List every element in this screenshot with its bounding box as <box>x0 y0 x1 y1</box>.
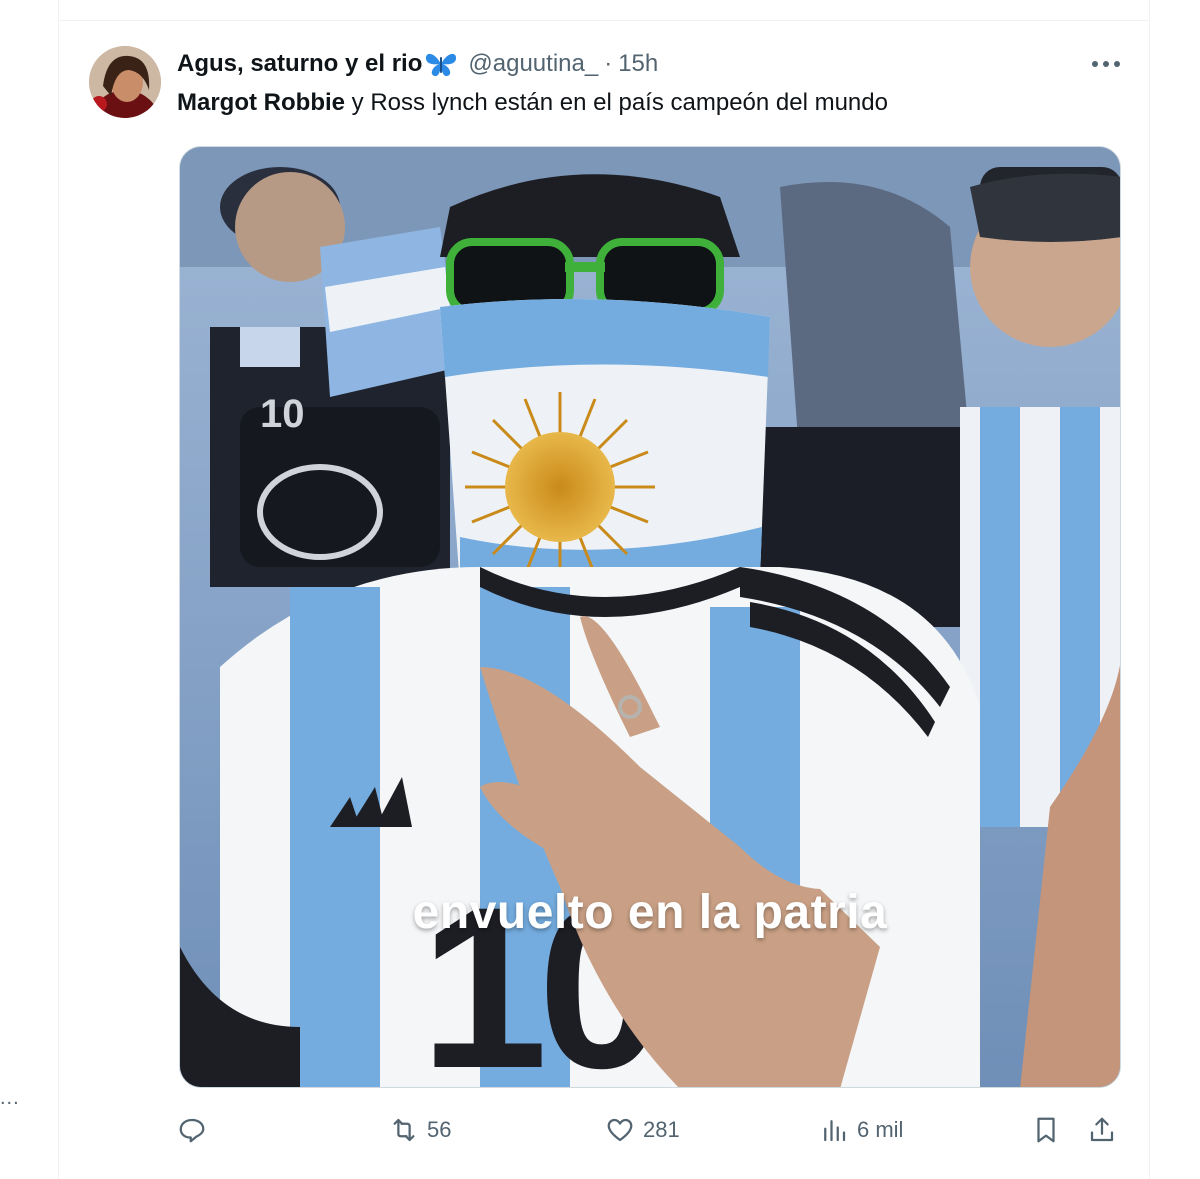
svg-text:10: 10 <box>260 392 305 436</box>
views-chart-icon <box>824 1120 846 1142</box>
image-caption: envuelto en la patria <box>412 886 888 939</box>
timestamp[interactable]: 15h <box>618 50 658 78</box>
like-button[interactable]: 281 <box>605 1110 680 1150</box>
reply-button[interactable] <box>177 1110 215 1150</box>
avatar[interactable] <box>89 46 161 118</box>
butterfly-icon <box>424 49 458 79</box>
bookmark-button[interactable] <box>1031 1110 1061 1150</box>
views-button[interactable]: 6 mil <box>819 1110 903 1150</box>
retweet-count: 56 <box>427 1117 452 1142</box>
separator-dot: · <box>604 50 613 77</box>
display-name[interactable]: Agus, saturno y el rio <box>177 50 422 78</box>
user-handle[interactable]: @aguutina_ <box>468 50 598 78</box>
tweet-image[interactable]: 10 10 envuelto en la patria <box>179 146 1121 1088</box>
share-button[interactable] <box>1087 1110 1117 1150</box>
tweet-body-text: y Ross lynch están en el país campeón de… <box>345 89 888 116</box>
share-icon <box>1090 1117 1114 1142</box>
views-count: 6 mil <box>857 1117 904 1142</box>
truncated-dots: ... <box>0 1087 20 1109</box>
retweet-button[interactable]: 56 <box>389 1110 451 1150</box>
bookmark-icon <box>1037 1117 1055 1143</box>
more-options-button[interactable] <box>1089 52 1123 76</box>
heart-icon <box>607 1118 633 1142</box>
fan-photo: 10 10 <box>180 147 1120 1087</box>
retweet-icon <box>393 1118 415 1142</box>
tweet-text: Margot Robbie y Ross lynch están en el p… <box>177 88 888 118</box>
reply-icon <box>179 1118 205 1143</box>
mention-text: Margot Robbie <box>177 89 345 116</box>
tweet-card[interactable]: Agus, saturno y el rio @aguutina_ · 15h … <box>58 0 1150 1179</box>
like-count: 281 <box>643 1117 680 1142</box>
tweet-header: Agus, saturno y el rio @aguutina_ · 15h <box>177 48 658 80</box>
tweet-actions-bar: 56 281 6 mil <box>177 1110 1127 1150</box>
more-horizontal-icon <box>1092 61 1120 67</box>
divider <box>59 20 1149 21</box>
